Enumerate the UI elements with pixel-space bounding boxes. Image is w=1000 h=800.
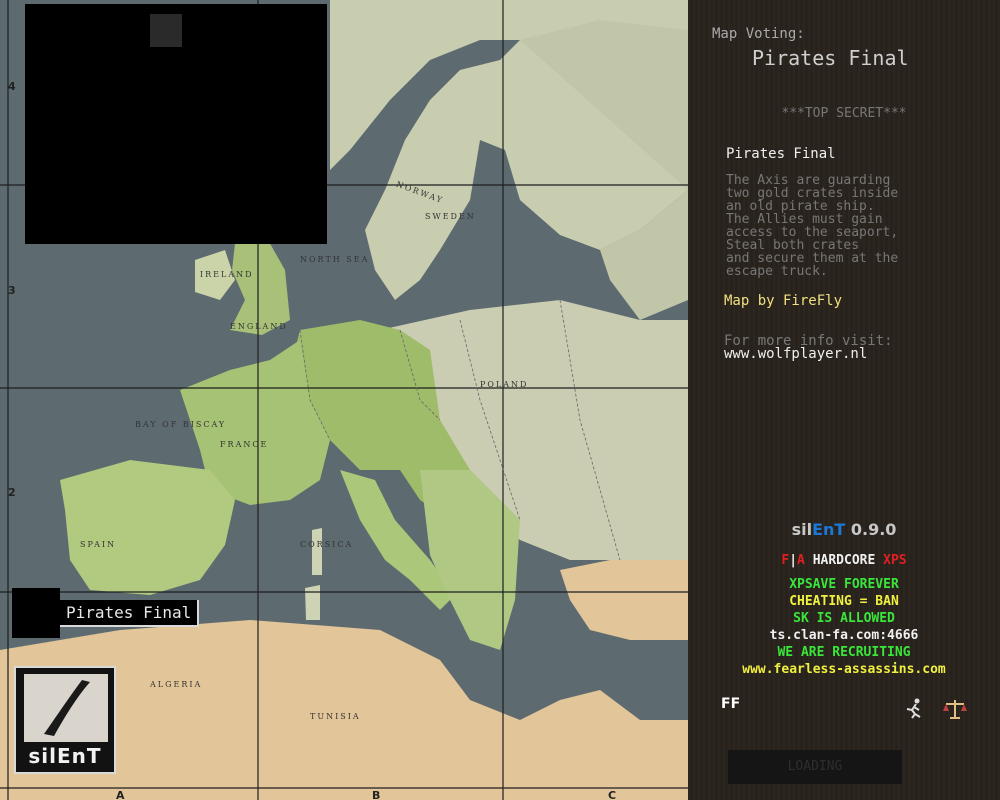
grid-col-label: B: [372, 789, 381, 800]
briefing-body: The Axis are guarding two gold crates in…: [726, 173, 899, 279]
grid-row-label: 3: [8, 284, 16, 297]
country-label: BAY OF BISCAY: [135, 420, 227, 429]
motd-line: XPSAVE FOREVER: [789, 577, 899, 592]
map-name-label: Pirates Final: [60, 599, 200, 627]
server-version: 0.9.0: [850, 520, 897, 539]
logo-text: silEnT: [28, 744, 102, 768]
grid-col-label: C: [608, 789, 617, 800]
mode-a: A: [797, 553, 805, 568]
minimap: [25, 4, 327, 244]
country-label: ALGERIA: [150, 680, 203, 689]
minimap-marker: [150, 14, 182, 47]
campaign-map: 4 3 2 A B C NORWAY SWEDEN NORTH SEA IREL…: [0, 0, 688, 800]
classification-label: ***TOP SECRET***: [781, 106, 907, 121]
server-mode: F|A HARDCORE XPS: [688, 553, 1000, 568]
country-label: NORTH SEA: [300, 255, 370, 264]
server-name-prefix: sil: [791, 520, 813, 539]
scales-icon: [943, 697, 967, 721]
mode-separator: |: [789, 553, 798, 568]
briefing-title: Pirates Final: [726, 146, 836, 162]
mode-xps: XPS: [883, 553, 907, 568]
silent-emblem-icon: [24, 674, 108, 742]
motd-line: SK IS ALLOWED: [793, 611, 895, 626]
country-label: ENGLAND: [230, 322, 288, 331]
mode-hardcore: HARDCORE: [812, 553, 876, 568]
map-voting-label: Map Voting:: [712, 26, 805, 42]
map-author: Map by FireFly: [724, 293, 843, 309]
runner-icon: [903, 697, 925, 719]
country-label: CORSICA: [300, 540, 354, 549]
ff-logo-icon: FF: [721, 696, 741, 712]
map-thumbnail: [12, 588, 60, 638]
briefing-panel: Map Voting: Pirates Final ***TOP SECRET*…: [688, 0, 1000, 800]
info-url: www.wolfplayer.nl: [724, 346, 868, 362]
motd-line: ts.clan-fa.com:4666: [769, 628, 919, 643]
country-label: SPAIN: [80, 540, 117, 549]
country-label: FRANCE: [220, 440, 269, 449]
country-label: IRELAND: [200, 270, 254, 279]
country-label: POLAND: [480, 380, 529, 389]
motd-line: CHEATING = BAN: [789, 594, 899, 609]
grid-row-label: 2: [8, 486, 16, 499]
grid-row-label: 4: [8, 80, 16, 93]
motd-line: www.fearless-assassins.com: [742, 662, 946, 677]
map-voting-title: Pirates Final: [752, 46, 909, 70]
loading-bar: LOADING: [728, 750, 902, 784]
motd-line: WE ARE RECRUITING: [777, 645, 911, 660]
server-name-highlight: EnT: [812, 520, 846, 539]
clan-logo: silEnT: [14, 666, 116, 774]
server-motd: XPSAVE FOREVER CHEATING = BAN SK IS ALLO…: [688, 576, 1000, 678]
country-label: SWEDEN: [425, 212, 476, 221]
server-name: silEnT 0.9.0: [688, 520, 1000, 539]
map-name-tag[interactable]: Pirates Final: [12, 588, 200, 638]
country-label: TUNISIA: [310, 712, 361, 721]
grid-col-label: A: [116, 789, 125, 800]
